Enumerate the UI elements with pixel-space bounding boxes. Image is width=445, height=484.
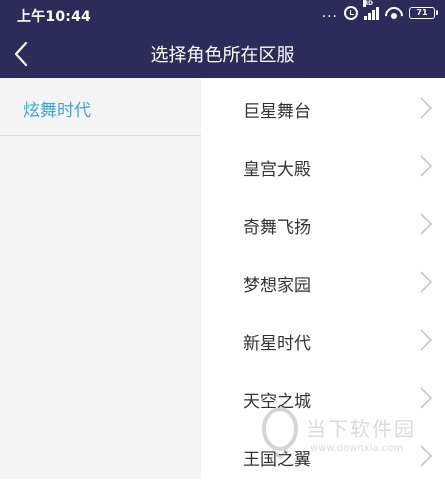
server-name: 王国之翼 — [243, 450, 311, 470]
server-name: 梦想家园 — [243, 276, 311, 296]
chevron-right-icon — [420, 445, 433, 467]
server-row[interactable]: 天空之城 — [201, 368, 445, 426]
zone-item-label: 炫舞时代 — [23, 101, 91, 121]
top-bar: 上午10:44 ... HD 71 选择角色所在区服 — [0, 0, 445, 78]
wifi-icon — [385, 7, 403, 19]
hd-label: HD — [363, 0, 374, 7]
more-dots-icon: ... — [321, 5, 338, 21]
chevron-right-icon — [420, 271, 433, 293]
server-row[interactable]: 王国之翼 — [201, 426, 445, 484]
server-name: 天空之城 — [243, 392, 311, 412]
server-row[interactable]: 奇舞飞扬 — [201, 194, 445, 252]
status-time: 上午10:44 — [17, 9, 91, 25]
server-name: 巨星舞台 — [243, 102, 311, 122]
server-name: 新星时代 — [243, 334, 311, 354]
alarm-icon — [344, 6, 358, 20]
server-row[interactable]: 巨星舞台 — [201, 78, 445, 136]
server-row[interactable]: 新星时代 — [201, 310, 445, 368]
chevron-right-icon — [420, 155, 433, 177]
chevron-right-icon — [420, 97, 433, 119]
zone-list: 炫舞时代 — [0, 78, 201, 479]
signal-icon: HD — [363, 0, 379, 20]
server-row[interactable]: 皇宫大殿 — [201, 136, 445, 194]
page-title: 选择角色所在区服 — [150, 45, 295, 66]
chevron-right-icon — [420, 387, 433, 409]
server-row[interactable]: 梦想家园 — [201, 252, 445, 310]
chevron-right-icon — [420, 329, 433, 351]
status-icons: ... HD 71 — [321, 0, 438, 21]
chevron-right-icon — [420, 213, 433, 235]
server-list: 巨星舞台 皇宫大殿 奇舞飞扬 梦想家园 新星时代 天空之城 王国之翼 — [201, 78, 445, 479]
battery-icon: 71 — [409, 7, 438, 19]
server-name: 皇宫大殿 — [243, 160, 311, 180]
status-bar: 上午10:44 ... HD 71 — [0, 0, 445, 30]
zone-item[interactable]: 炫舞时代 — [0, 78, 201, 136]
server-name: 奇舞飞扬 — [243, 218, 311, 238]
nav-bar: 选择角色所在区服 — [0, 30, 445, 78]
